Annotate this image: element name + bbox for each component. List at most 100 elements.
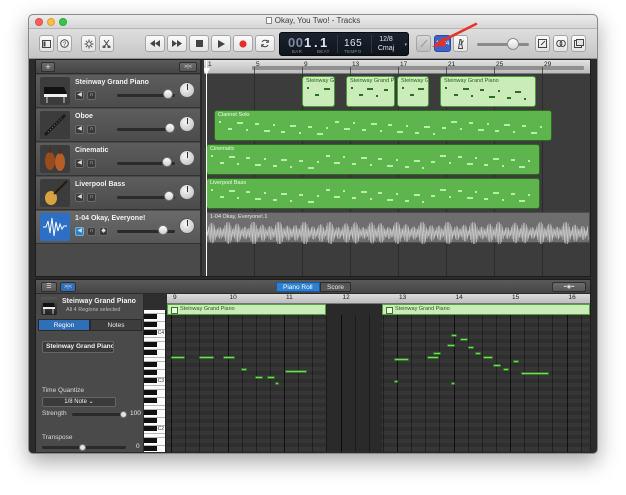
track-pan-knob[interactable] xyxy=(179,150,195,166)
tab-notes[interactable]: Notes xyxy=(90,319,142,331)
midi-note[interactable] xyxy=(451,382,455,385)
track-pan-knob[interactable] xyxy=(179,184,195,200)
lcd-display[interactable]: 00 1 . 1 BAR BEAT 165 TEMPO 12/8 Cmaj ▾ xyxy=(279,32,409,56)
audio-region[interactable]: 1-04 Okay, Everyone!.1 xyxy=(206,212,590,244)
black-key[interactable] xyxy=(144,390,157,395)
add-track-button[interactable]: + xyxy=(41,62,55,72)
track-pan-knob[interactable] xyxy=(179,218,195,234)
midi-note[interactable] xyxy=(493,364,501,367)
midi-note[interactable] xyxy=(255,376,263,379)
editor-zoom-slider[interactable]: ━◉━ xyxy=(552,282,586,292)
mute-icon[interactable]: ◀ xyxy=(75,227,84,236)
midi-note[interactable] xyxy=(503,368,509,371)
black-key[interactable] xyxy=(144,370,157,375)
rewind-button[interactable] xyxy=(145,35,165,52)
library-button[interactable] xyxy=(39,35,54,52)
playhead[interactable] xyxy=(206,60,207,276)
midi-note[interactable] xyxy=(285,370,307,373)
oboe-region[interactable]: Clarinet Solo xyxy=(214,110,552,141)
midi-note[interactable] xyxy=(460,338,468,341)
black-key[interactable] xyxy=(144,350,157,355)
transpose-knob[interactable] xyxy=(79,444,86,451)
play-button[interactable] xyxy=(211,35,231,52)
lcd-dropdown-icon[interactable]: ▾ xyxy=(404,42,407,48)
midi-note[interactable] xyxy=(394,358,409,361)
black-key[interactable] xyxy=(144,314,157,319)
headphones-icon[interactable]: ∩ xyxy=(87,227,96,236)
track-volume-knob[interactable] xyxy=(165,123,175,133)
midi-note[interactable] xyxy=(275,382,279,385)
fast-forward-button[interactable] xyxy=(167,35,187,52)
midi-note[interactable] xyxy=(427,356,439,359)
black-key[interactable] xyxy=(144,438,157,443)
editor-catch-button[interactable]: >|< xyxy=(60,282,76,292)
input-monitor-icon[interactable]: ◆ xyxy=(99,227,108,236)
loop-browser-button[interactable] xyxy=(553,35,568,52)
cinematic-region[interactable]: Cinematic xyxy=(206,144,540,175)
piano-region[interactable]: Steinway Grand Piano xyxy=(440,76,536,107)
mute-icon[interactable]: ◀ xyxy=(75,91,84,100)
piano-roll-grid[interactable]: 9 10 11 12 13 14 15 16 Steinway Grand Piano Ste… xyxy=(167,294,590,452)
black-key[interactable] xyxy=(144,446,157,451)
note-pad-button[interactable] xyxy=(535,35,550,52)
track-header[interactable]: Oboe ◀ ∩ xyxy=(36,109,200,142)
midi-note[interactable] xyxy=(475,352,481,355)
midi-note[interactable] xyxy=(171,356,185,359)
help-button[interactable]: ? xyxy=(57,35,72,52)
midi-note[interactable] xyxy=(267,376,275,379)
black-key[interactable] xyxy=(144,378,157,383)
piano-region[interactable]: Steinway G xyxy=(397,76,429,107)
midi-note[interactable] xyxy=(468,346,474,349)
midi-note[interactable] xyxy=(521,372,549,375)
track-volume-knob[interactable] xyxy=(163,89,173,99)
midi-note[interactable] xyxy=(223,356,235,359)
stop-button[interactable] xyxy=(189,35,209,52)
black-key[interactable] xyxy=(144,322,157,327)
editors-button[interactable] xyxy=(99,35,114,52)
metronome-button[interactable] xyxy=(453,35,468,52)
track-header[interactable]: 1-04 Okay, Everyone! ◀ ∩ ◆ xyxy=(36,211,200,244)
catch-playhead-button[interactable]: >|< xyxy=(179,62,197,72)
black-key[interactable] xyxy=(144,342,157,347)
track-volume-knob[interactable] xyxy=(158,225,168,235)
midi-note[interactable] xyxy=(433,352,441,355)
cycle-button[interactable] xyxy=(255,35,275,52)
headphones-icon[interactable]: ∩ xyxy=(87,159,96,168)
track-volume-knob[interactable] xyxy=(164,191,174,201)
piano-roll-ruler[interactable]: 9 10 11 12 13 14 15 16 xyxy=(167,294,590,304)
tracks-timeline[interactable]: 1 5 9 13 17 21 25 29 Steinway G Steinway Grand P… xyxy=(204,60,590,276)
headphones-icon[interactable]: ∩ xyxy=(87,125,96,134)
master-volume-knob[interactable] xyxy=(507,38,519,50)
headphones-icon[interactable]: ∩ xyxy=(87,193,96,202)
midi-note[interactable] xyxy=(199,356,214,359)
editor-inspector-button[interactable]: ☰ xyxy=(41,282,57,292)
record-button[interactable] xyxy=(233,35,253,52)
bass-region[interactable]: Liverpool Bass xyxy=(206,178,540,209)
tab-score[interactable]: Score xyxy=(320,282,351,292)
midi-note[interactable] xyxy=(483,356,493,359)
midi-note[interactable] xyxy=(241,368,247,371)
track-pan-knob[interactable] xyxy=(179,116,195,132)
track-header[interactable]: Cinematic ◀ ∩ xyxy=(36,143,200,176)
black-key[interactable] xyxy=(144,330,157,335)
roll-region-banner[interactable]: Steinway Grand Piano xyxy=(167,304,326,315)
media-browser-button[interactable] xyxy=(571,35,586,52)
count-in-button[interactable]: 1234 xyxy=(434,35,451,52)
master-volume-slider[interactable] xyxy=(477,43,529,46)
track-header[interactable]: Steinway Grand Piano ◀ ∩ xyxy=(36,75,200,108)
mute-icon[interactable]: ◀ xyxy=(75,193,84,202)
track-volume-knob[interactable] xyxy=(162,157,172,167)
headphones-icon[interactable]: ∩ xyxy=(87,91,96,100)
black-key[interactable] xyxy=(144,426,157,431)
midi-note[interactable] xyxy=(394,380,398,383)
strength-knob[interactable] xyxy=(120,411,127,418)
tuner-button[interactable] xyxy=(416,35,431,52)
midi-note[interactable] xyxy=(513,360,519,363)
black-key[interactable] xyxy=(144,410,157,415)
midi-note[interactable] xyxy=(451,334,457,337)
time-quantize-select[interactable]: 1/8 Note ⌄ xyxy=(42,397,116,407)
tab-region[interactable]: Region xyxy=(38,319,90,331)
black-key[interactable] xyxy=(144,362,157,367)
piano-keyboard[interactable]: C4 C3 C2 xyxy=(144,310,166,452)
strength-slider[interactable] xyxy=(72,413,126,416)
